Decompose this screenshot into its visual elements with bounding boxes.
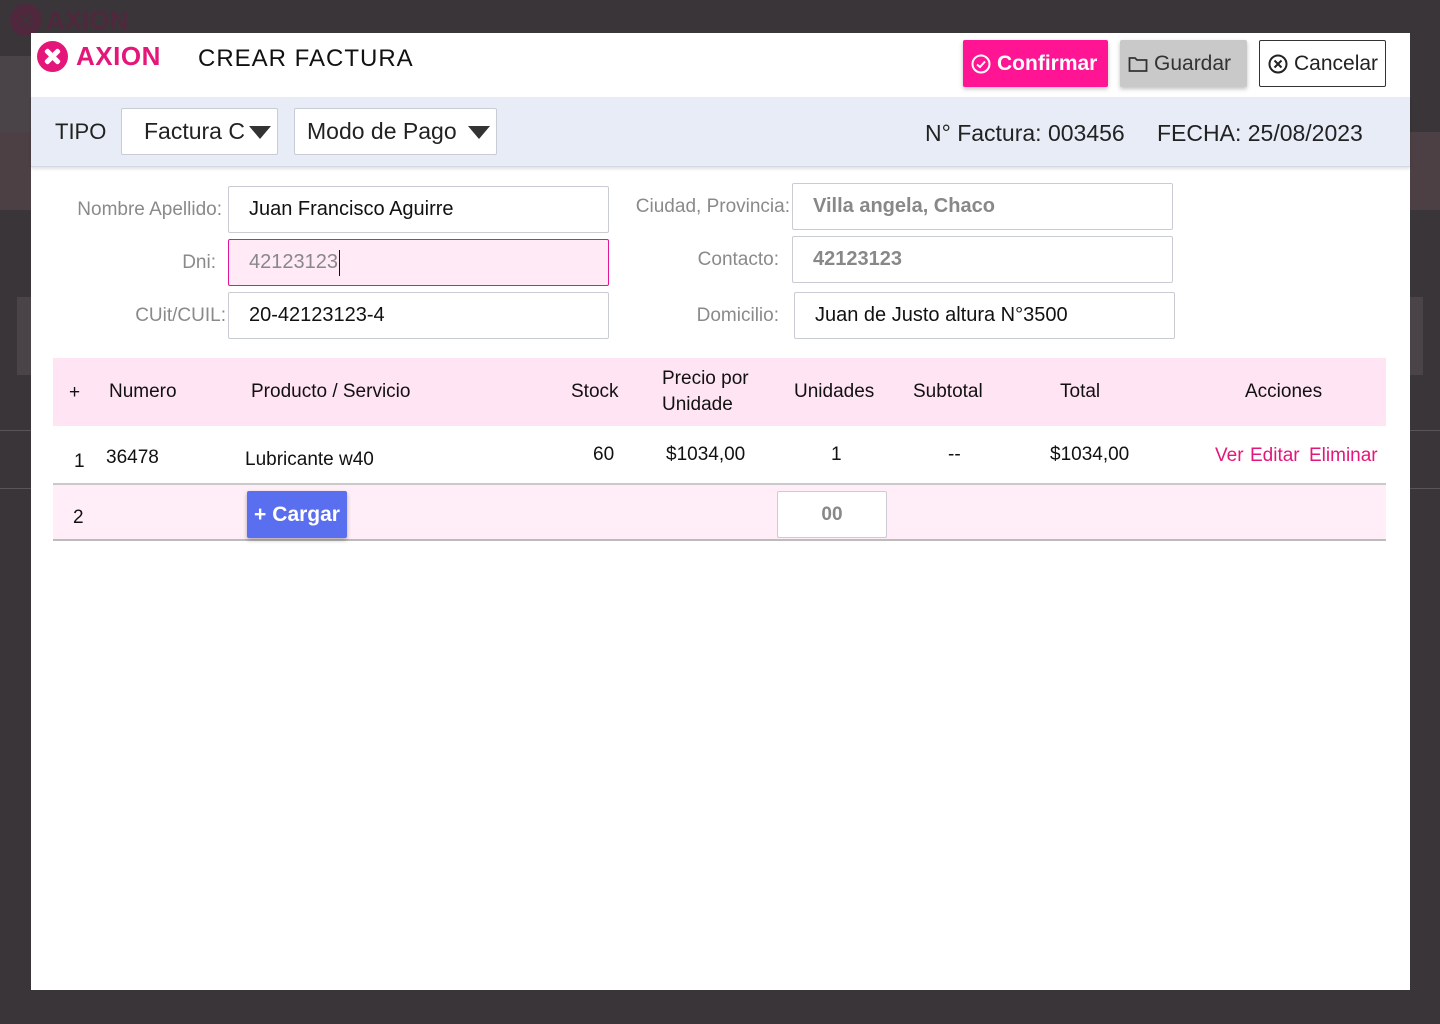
payment-method-value: Modo de Pago bbox=[307, 118, 457, 144]
new-row-index: 2 bbox=[73, 507, 84, 528]
city-field[interactable]: Villa angela, Chaco bbox=[792, 183, 1173, 230]
save-button[interactable]: Guardar bbox=[1120, 40, 1247, 87]
header-precio: Precio por Unidade bbox=[662, 366, 749, 418]
plus-icon: + bbox=[254, 502, 267, 526]
table-header: + Numero Producto / Servicio Stock Preci… bbox=[53, 358, 1386, 426]
address-field-value: Juan de Justo altura N°3500 bbox=[815, 304, 1068, 326]
invoice-type-select[interactable]: Factura C bbox=[121, 108, 278, 155]
name-field[interactable]: Juan Francisco Aguirre bbox=[228, 186, 609, 233]
load-product-button[interactable]: + Cargar bbox=[247, 491, 347, 538]
load-product-label: Cargar bbox=[272, 502, 340, 526]
header-subtotal: Subtotal bbox=[913, 381, 983, 402]
check-circle-icon bbox=[971, 54, 991, 74]
header-acciones: Acciones bbox=[1245, 381, 1323, 402]
page-title: CREAR FACTURA bbox=[198, 45, 414, 72]
quantity-input[interactable]: 00 bbox=[777, 491, 887, 538]
row-subtotal: -- bbox=[948, 444, 961, 465]
dni-field[interactable]: 42123123 bbox=[228, 239, 609, 286]
invoice-type-value: Factura C bbox=[144, 118, 245, 144]
contact-label: Contacto: bbox=[697, 249, 779, 270]
row-total: $1034,00 bbox=[1050, 444, 1130, 465]
name-field-value: Juan Francisco Aguirre bbox=[249, 198, 454, 220]
save-button-label: Guardar bbox=[1154, 51, 1232, 75]
filter-bar: TIPO Factura C Modo de Pago N° Factura: … bbox=[31, 97, 1410, 167]
dni-field-value: 42123123 bbox=[249, 251, 338, 273]
background-logo-icon: ✕ bbox=[10, 4, 42, 36]
name-label: Nombre Apellido: bbox=[77, 199, 222, 220]
tipo-label: TIPO bbox=[55, 119, 107, 144]
address-label: Domicilio: bbox=[696, 305, 779, 326]
confirm-button[interactable]: Confirmar bbox=[963, 40, 1108, 87]
invoice-number: N° Factura: 003456 bbox=[925, 120, 1125, 146]
axion-logo-text: AXION bbox=[76, 41, 161, 71]
create-invoice-modal: AXION CREAR FACTURA Confirmar Guardar Ca… bbox=[31, 33, 1410, 990]
header-total: Total bbox=[1060, 381, 1101, 402]
axion-logo: AXION bbox=[37, 41, 161, 72]
cancel-button[interactable]: Cancelar bbox=[1259, 40, 1386, 87]
table-row: 1 36478 Lubricante w40 60 $1034,00 1 -- … bbox=[53, 426, 1386, 485]
row-stock: 60 bbox=[593, 444, 615, 465]
text-cursor bbox=[338, 249, 340, 276]
header-unidades: Unidades bbox=[794, 381, 875, 402]
edit-action-link[interactable]: Editar bbox=[1250, 445, 1300, 467]
delete-action-link[interactable]: Eliminar bbox=[1309, 445, 1378, 467]
modal-header: AXION CREAR FACTURA Confirmar Guardar Ca… bbox=[31, 33, 1410, 97]
background-logo-text: AXION bbox=[46, 4, 129, 35]
axion-logo-icon bbox=[37, 41, 68, 72]
header-precio-line2: Unidade bbox=[662, 394, 733, 415]
confirm-button-label: Confirmar bbox=[997, 51, 1098, 75]
row-precio: $1034,00 bbox=[666, 444, 746, 465]
cuit-label: CUit/CUIL: bbox=[135, 305, 226, 326]
cuit-field[interactable]: 20-42123123-4 bbox=[228, 292, 609, 339]
add-row-header[interactable]: + bbox=[69, 380, 80, 406]
header-numero: Numero bbox=[109, 381, 177, 402]
caret-down-icon bbox=[249, 126, 271, 139]
caret-down-icon bbox=[468, 126, 490, 139]
city-field-value: Villa angela, Chaco bbox=[813, 195, 995, 217]
row-producto: Lubricante w40 bbox=[245, 449, 374, 470]
view-action-link[interactable]: Ver bbox=[1215, 445, 1244, 467]
dni-label: Dni: bbox=[182, 252, 216, 273]
cancel-button-label: Cancelar bbox=[1294, 51, 1379, 75]
contact-field-value: 42123123 bbox=[813, 248, 902, 270]
row-numero: 36478 bbox=[106, 447, 159, 468]
background-logo: ✕ AXION bbox=[10, 4, 128, 36]
header-precio-line1: Precio por bbox=[662, 368, 749, 389]
row-index: 1 bbox=[74, 451, 85, 472]
header-producto: Producto / Servicio bbox=[251, 381, 411, 402]
new-item-row: 2 + Cargar 00 bbox=[53, 485, 1386, 541]
invoice-date: FECHA: 25/08/2023 bbox=[1157, 120, 1363, 146]
city-label: Ciudad, Provincia: bbox=[635, 196, 790, 217]
quantity-value: 00 bbox=[821, 503, 843, 525]
contact-field[interactable]: 42123123 bbox=[792, 236, 1173, 283]
header-stock: Stock bbox=[571, 381, 619, 402]
payment-method-select[interactable]: Modo de Pago bbox=[294, 108, 497, 155]
folder-icon bbox=[1128, 55, 1148, 73]
close-circle-icon bbox=[1268, 54, 1288, 74]
background-sidebar bbox=[0, 56, 31, 132]
address-field[interactable]: Juan de Justo altura N°3500 bbox=[794, 292, 1175, 339]
row-unidades: 1 bbox=[831, 444, 842, 465]
cuit-field-value: 20-42123123-4 bbox=[249, 304, 385, 326]
